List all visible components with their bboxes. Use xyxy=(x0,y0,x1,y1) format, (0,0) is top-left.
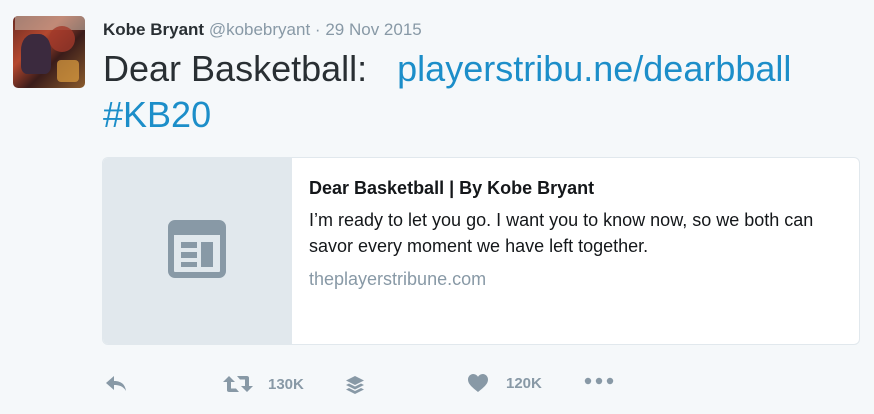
like-count: 120K xyxy=(506,374,542,392)
avatar-detail xyxy=(57,60,79,82)
article-icon xyxy=(168,219,226,283)
more-icon xyxy=(584,376,614,386)
retweet-button[interactable]: 130K xyxy=(222,373,304,395)
layers-icon xyxy=(344,374,366,396)
tweet-date[interactable]: 29 Nov 2015 xyxy=(325,20,421,39)
tweet-actions: 130K 120K xyxy=(0,370,874,400)
card-description: I’m ready to let you go. I want you to k… xyxy=(309,210,814,256)
author-handle[interactable]: @kobebryant xyxy=(209,20,310,39)
retweet-icon xyxy=(222,373,254,395)
link-card[interactable]: Dear Basketball | By Kobe Bryant I’m rea… xyxy=(102,157,860,345)
tweet-link[interactable]: playerstribu.ne/dearbball xyxy=(397,48,791,89)
tweet-text-prefix: Dear Basketball: xyxy=(103,48,368,89)
card-domain: theplayerstribune.com xyxy=(309,269,487,289)
tweet-hashtag[interactable]: #KB20 xyxy=(103,94,211,135)
tweet-header: Kobe Bryant @kobebryant · 29 Nov 2015 xyxy=(103,20,422,40)
like-button[interactable]: 120K xyxy=(467,373,542,393)
reply-icon xyxy=(104,374,128,394)
avatar-detail xyxy=(21,34,51,74)
avatar[interactable] xyxy=(13,16,85,88)
card-title[interactable]: Dear Basketball | By Kobe Bryant xyxy=(309,177,843,199)
card-thumbnail xyxy=(103,158,292,344)
heart-icon xyxy=(467,373,489,393)
buffer-button[interactable] xyxy=(344,374,366,396)
tweet-text: Dear Basketball: playerstribu.ne/dearbba… xyxy=(103,46,863,138)
reply-button[interactable] xyxy=(104,374,128,394)
avatar-detail xyxy=(15,16,85,30)
card-body: Dear Basketball | By Kobe Bryant I’m rea… xyxy=(309,177,843,290)
author-name[interactable]: Kobe Bryant xyxy=(103,20,204,39)
avatar-detail xyxy=(49,26,75,52)
header-separator: · xyxy=(314,20,321,39)
retweet-count: 130K xyxy=(268,375,304,393)
more-button[interactable] xyxy=(584,376,614,386)
